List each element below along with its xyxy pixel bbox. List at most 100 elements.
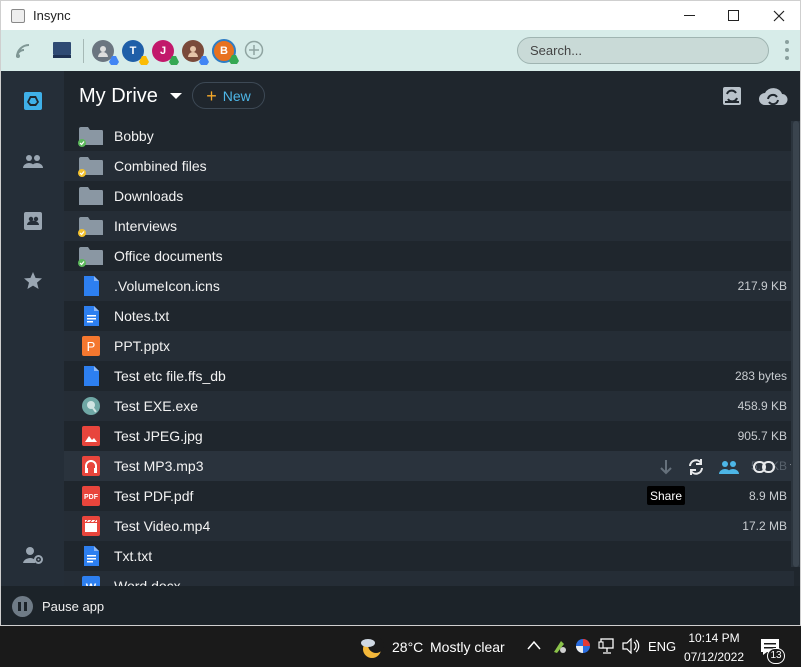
chevron-down-icon[interactable] <box>170 93 182 99</box>
star-icon <box>24 272 42 289</box>
minimize-button[interactable] <box>666 1 712 30</box>
cloud-sync-icon <box>759 88 788 106</box>
list-item[interactable]: Combined files <box>64 151 794 181</box>
chevron-up-icon[interactable] <box>527 640 541 650</box>
file-list: Bobby Combined files Downloads Interview… <box>64 121 794 586</box>
sync-button[interactable] <box>684 457 708 477</box>
clock-date[interactable]: 07/12/2022 <box>682 650 746 664</box>
share-button[interactable] <box>717 457 741 477</box>
add-account-button[interactable] <box>242 38 266 62</box>
user-settings-icon <box>23 547 43 564</box>
word-document-icon: W <box>82 576 100 586</box>
download-arrow-icon <box>660 460 672 475</box>
list-item[interactable]: .VolumeIcon.icns 217.9 KB <box>64 271 794 301</box>
file-name: Txt.txt <box>114 548 153 564</box>
drive-app-icon[interactable] <box>50 38 74 62</box>
download-button[interactable] <box>654 457 678 477</box>
close-button[interactable] <box>756 1 800 30</box>
insync-tray-icon[interactable] <box>574 638 592 654</box>
file-icon <box>84 276 99 296</box>
sidebar-item-shared-drives[interactable] <box>19 207 47 235</box>
browser-header: My Drive + New <box>64 71 800 121</box>
list-item[interactable]: Downloads <box>64 181 794 211</box>
page-title[interactable]: My Drive <box>79 85 158 108</box>
insync-app-icon <box>11 8 25 23</box>
scrollbar-thumb[interactable] <box>793 121 799 567</box>
sidebar-item-shared-with-me[interactable] <box>19 147 47 175</box>
file-size: 217.9 KB <box>737 279 787 293</box>
search-placeholder: Search... <box>530 43 583 58</box>
file-name: Test Video.mp4 <box>114 518 211 534</box>
sync-status-icon[interactable] <box>11 38 35 62</box>
list-item[interactable]: P PPT.pptx <box>64 331 794 361</box>
list-item[interactable]: Interviews <box>64 211 794 241</box>
weather-temperature[interactable]: 28°C <box>392 639 423 655</box>
file-name: Test PDF.pdf <box>114 488 194 504</box>
account-avatar-2[interactable]: T <box>122 40 149 65</box>
list-item[interactable]: Txt.txt <box>64 541 794 571</box>
drive-sync-icon <box>723 87 741 105</box>
copy-link-button[interactable] <box>752 457 776 477</box>
insync-window: Insync T J B Search... My Drive + New Bo… <box>0 0 801 626</box>
avatar-letter: J <box>159 45 167 57</box>
network-icon[interactable] <box>598 637 616 655</box>
folder-icon <box>78 217 103 237</box>
file-name: Test etc file.ffs_db <box>114 368 226 384</box>
shared-drive-icon <box>24 212 42 230</box>
volume-icon[interactable] <box>622 638 640 654</box>
list-item[interactable]: Test MP3.mp3 5.7 KB <box>64 451 794 481</box>
sidebar-item-starred[interactable] <box>19 267 47 295</box>
sidebar-item-my-drive[interactable] <box>19 87 47 115</box>
list-item[interactable]: Test EXE.exe 458.9 KB <box>64 391 794 421</box>
maximize-button[interactable] <box>710 1 756 30</box>
folder-icon <box>78 127 103 147</box>
search-input[interactable]: Search... <box>517 37 769 64</box>
maximize-icon <box>727 10 739 21</box>
people-icon <box>23 155 43 168</box>
file-name: .VolumeIcon.icns <box>114 278 220 294</box>
input-language[interactable]: ENG <box>648 639 676 654</box>
google-drive-badge-icon <box>169 56 179 65</box>
local-sync-button[interactable] <box>717 83 747 109</box>
more-menu-button[interactable] <box>784 40 790 60</box>
audio-icon <box>82 456 100 476</box>
account-avatar-1[interactable] <box>92 40 119 65</box>
svg-text:PDF: PDF <box>84 494 99 501</box>
weather-moon-icon[interactable] <box>358 634 384 660</box>
svg-text:P: P <box>87 339 96 354</box>
account-toolbar: T J B B Search... <box>1 30 800 71</box>
file-size: 17.2 MB <box>742 519 787 533</box>
list-item[interactable]: Bobby <box>64 121 794 151</box>
add-circle-icon <box>244 40 264 60</box>
file-name: Test MP3.mp3 <box>114 458 204 474</box>
account-avatar-active[interactable]: B <box>212 39 239 64</box>
account-avatar-4[interactable] <box>182 40 209 65</box>
new-button-label: New <box>222 87 251 104</box>
account-avatar-3[interactable]: J <box>152 40 179 65</box>
file-list-scrollbar[interactable] <box>791 121 800 567</box>
list-item[interactable]: W Word.docx <box>64 571 794 586</box>
folder-icon <box>78 157 103 177</box>
list-item[interactable]: Office documents <box>64 241 794 271</box>
file-name: Interviews <box>114 218 178 234</box>
file-name: Combined files <box>114 158 207 174</box>
tray-app-icon[interactable] <box>551 638 567 654</box>
file-name: PPT.pptx <box>114 338 171 354</box>
document-icon <box>84 306 99 326</box>
pause-app-button[interactable]: Pause app <box>42 599 104 614</box>
cloud-sync-button[interactable] <box>755 83 791 109</box>
file-name: Notes.txt <box>114 308 170 324</box>
weather-description[interactable]: Mostly clear <box>430 639 505 655</box>
pause-icon[interactable] <box>12 596 33 617</box>
list-item[interactable]: Test Video.mp4 17.2 MB <box>64 511 794 541</box>
list-item[interactable]: Test etc file.ffs_db 283 bytes <box>64 361 794 391</box>
file-name: Test EXE.exe <box>114 398 199 414</box>
file-size: 283 bytes <box>734 369 787 383</box>
account-settings-button[interactable] <box>19 541 47 569</box>
google-drive-badge-icon <box>229 55 239 64</box>
list-item[interactable]: Test JPEG.jpg 905.7 KB <box>64 421 794 451</box>
clock-time[interactable]: 10:14 PM <box>685 631 743 645</box>
google-drive-badge-icon <box>139 56 149 65</box>
new-button[interactable]: + New <box>192 82 265 109</box>
list-item[interactable]: Notes.txt <box>64 301 794 331</box>
